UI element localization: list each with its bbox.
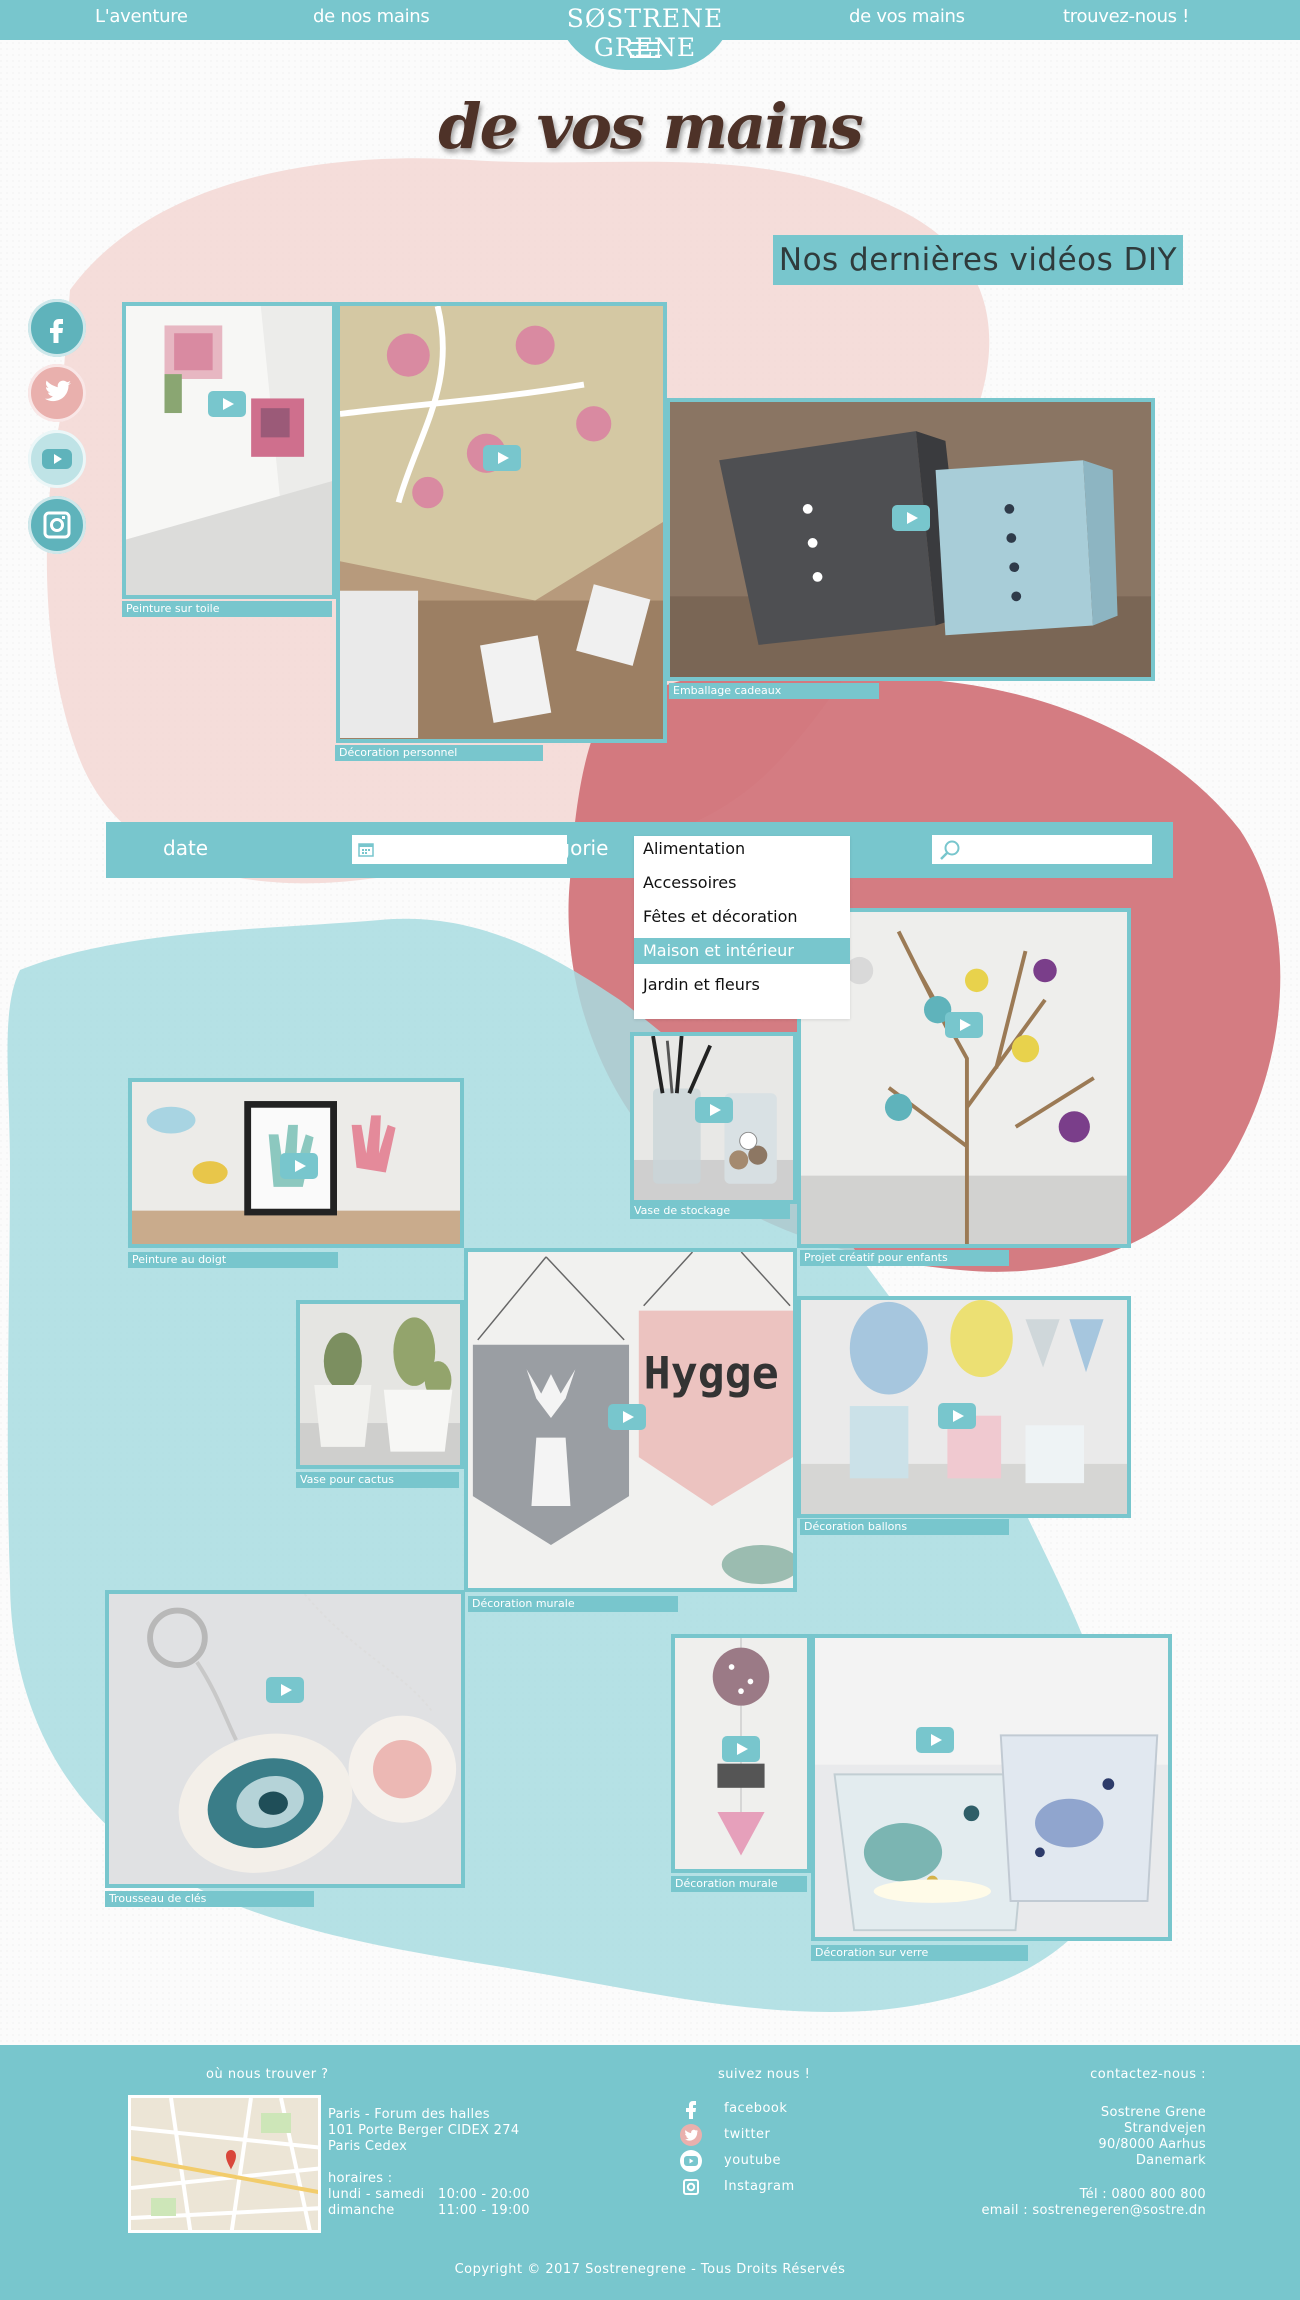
play-button-icon[interactable] — [916, 1726, 955, 1753]
address-line: Paris - Forum des halles — [328, 2107, 490, 2122]
video-tile-peinture-au-doigt[interactable] — [128, 1078, 464, 1248]
category-option-alimentation[interactable]: Alimentation — [634, 836, 850, 862]
video-caption: Peinture sur toile — [122, 601, 332, 617]
twitter-icon[interactable] — [28, 364, 86, 422]
footer-follow-title: suivez nous ! — [718, 2067, 811, 2082]
category-option-jardin-fleurs[interactable]: Jardin et fleurs — [634, 972, 850, 998]
hours-time: 11:00 - 19:00 — [438, 2203, 530, 2218]
play-button-icon[interactable] — [280, 1153, 319, 1180]
video-caption: Emballage cadeaux — [669, 683, 879, 699]
footer-where-title: où nous trouver ? — [206, 2067, 329, 2082]
video-tile-trousseau-de-cles[interactable] — [105, 1590, 465, 1888]
address-line: Paris Cedex — [328, 2139, 408, 2154]
footer-contact-title: contactez-nous : — [1090, 2067, 1206, 2082]
page-title: de vos mains — [438, 90, 864, 163]
footer-link-instagram[interactable]: Instagram — [724, 2179, 795, 2194]
video-caption: Décoration personnel — [335, 745, 543, 761]
category-option-maison-interieur[interactable]: Maison et intérieur — [634, 938, 850, 964]
contact-phone: Tél : 0800 800 800 — [1079, 2187, 1206, 2202]
footer-link-twitter[interactable]: twitter — [724, 2127, 770, 2142]
video-caption: Peinture au doigt — [128, 1252, 338, 1268]
copyright: Copyright © 2017 Sostrenegrene - Tous Dr… — [454, 2262, 846, 2277]
contact-line: Strandvejen — [1124, 2121, 1206, 2136]
play-button-icon[interactable] — [207, 391, 246, 418]
category-filter-label: catégorie — [514, 836, 609, 860]
gift-wrap-thumbnail — [340, 306, 663, 739]
facebook-icon[interactable] — [679, 2097, 703, 2121]
play-button-icon[interactable] — [891, 504, 930, 531]
painted-glass-thumbnail — [815, 1638, 1168, 1937]
twitter-icon[interactable] — [679, 2123, 703, 2147]
hours-days: lundi - samedi — [328, 2187, 425, 2202]
menu-hamburger-icon[interactable] — [630, 42, 660, 60]
nav-link-trouvez-nous[interactable]: trouvez-nous ! — [1063, 6, 1189, 27]
video-caption: Projet créatif pour enfants — [800, 1250, 1009, 1266]
hours-days: dimanche — [328, 2203, 395, 2218]
video-tile-decoration-ballons[interactable] — [797, 1296, 1131, 1518]
play-button-icon[interactable] — [608, 1403, 647, 1430]
shirt-gift-thumbnail — [670, 402, 1151, 677]
category-option-accessoires[interactable]: Accessoires — [634, 870, 850, 896]
search-icon[interactable] — [939, 839, 961, 861]
video-tile-decoration-sur-verre[interactable] — [811, 1634, 1172, 1941]
cactus-pots-thumbnail — [300, 1304, 460, 1465]
video-tile-decoration-personnel[interactable] — [336, 302, 667, 743]
video-caption: Vase de stockage — [630, 1203, 790, 1219]
date-filter-label: date — [163, 836, 209, 860]
play-button-icon[interactable] — [482, 444, 521, 471]
video-tile-decoration-murale[interactable]: Hygge — [464, 1248, 797, 1592]
video-caption: Décoration sur verre — [811, 1945, 1028, 1961]
play-button-icon[interactable] — [694, 1096, 733, 1123]
contact-line: Sostrene Grene — [1100, 2105, 1206, 2120]
instagram-icon[interactable] — [679, 2175, 703, 2199]
video-caption: Trousseau de clés — [105, 1891, 314, 1907]
video-tile-decoration-murale-2[interactable] — [671, 1634, 811, 1873]
location-map[interactable] — [128, 2095, 321, 2233]
contact-line: 90/8000 Aarhus — [1098, 2137, 1206, 2152]
instagram-icon[interactable] — [28, 496, 86, 554]
play-button-icon[interactable] — [938, 1402, 977, 1429]
video-tile-vase-de-stockage[interactable] — [630, 1032, 797, 1204]
cross-stitch-thumbnail — [126, 306, 332, 595]
category-option-fetes-decoration[interactable]: Fêtes et décoration — [634, 904, 850, 930]
video-caption: Vase pour cactus — [296, 1472, 459, 1488]
youtube-icon[interactable] — [679, 2149, 703, 2173]
nav-link-de-vos-mains[interactable]: de vos mains — [849, 6, 965, 27]
svg-text:Hygge: Hygge — [644, 1347, 779, 1400]
hours-time: 10:00 - 20:00 — [438, 2187, 530, 2202]
video-caption: Décoration murale — [468, 1596, 678, 1612]
search-input[interactable] — [932, 835, 1152, 864]
category-dropdown[interactable]: Alimentation Accessoires Fêtes et décora… — [634, 836, 850, 1019]
play-button-icon[interactable] — [266, 1676, 304, 1703]
nav-link-de-nos-mains[interactable]: de nos mains — [313, 6, 430, 27]
youtube-icon[interactable] — [28, 430, 86, 488]
facebook-icon[interactable] — [28, 299, 86, 357]
address-line: 101 Porte Berger CIDEX 274 — [328, 2123, 520, 2138]
keychain-thumbnail — [109, 1594, 461, 1884]
play-button-icon[interactable] — [945, 1011, 983, 1038]
hours-title: horaires : — [328, 2171, 393, 2186]
video-caption: Décoration ballons — [800, 1519, 1009, 1535]
video-tile-vase-pour-cactus[interactable] — [296, 1300, 464, 1469]
video-tile-emballage-cadeaux[interactable] — [666, 398, 1155, 681]
section-title: Nos dernières vidéos DIY — [773, 235, 1183, 285]
footer-link-youtube[interactable]: youtube — [724, 2153, 781, 2168]
contact-line: Danemark — [1135, 2153, 1206, 2168]
video-tile-peinture-sur-toile[interactable] — [122, 302, 336, 599]
nav-link-aventure[interactable]: L'aventure — [95, 6, 188, 27]
calendar-icon[interactable] — [358, 841, 374, 857]
video-caption: Décoration murale — [671, 1876, 807, 1892]
contact-email[interactable]: email : sostrenegeren@sostre.dn — [981, 2203, 1206, 2219]
footer-link-facebook[interactable]: facebook — [724, 2101, 787, 2116]
play-button-icon[interactable] — [722, 1735, 760, 1762]
